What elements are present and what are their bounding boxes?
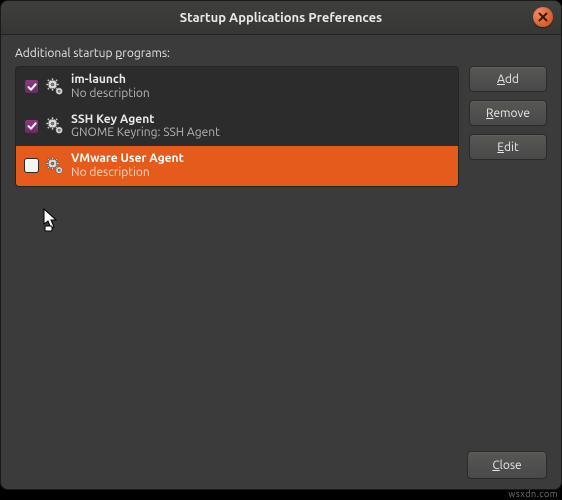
enabled-checkbox[interactable] <box>24 119 39 134</box>
application-gear-icon <box>45 77 65 97</box>
window-title: Startup Applications Preferences <box>180 11 382 25</box>
edit-button[interactable]: Edit <box>469 134 547 160</box>
list-item[interactable]: VMware User AgentNo description <box>16 146 458 186</box>
item-description: No description <box>71 87 150 101</box>
application-gear-icon <box>45 116 65 136</box>
item-name: SSH Key Agent <box>71 113 220 127</box>
item-name: im-launch <box>71 73 150 87</box>
cursor-pointer-icon <box>41 208 63 238</box>
item-text: SSH Key AgentGNOME Keyring: SSH Agent <box>71 113 220 141</box>
startup-programs-list[interactable]: im-launchNo description SSH Key AgentGNO… <box>15 66 459 187</box>
section-label: Additional startup programs: <box>15 47 547 60</box>
footer: Close <box>15 451 547 479</box>
application-gear-icon <box>45 156 65 176</box>
titlebar[interactable]: Startup Applications Preferences <box>1 1 561 35</box>
item-text: im-launchNo description <box>71 73 150 101</box>
list-item[interactable]: SSH Key AgentGNOME Keyring: SSH Agent <box>16 107 458 147</box>
item-description: No description <box>71 166 184 180</box>
list-item[interactable]: im-launchNo description <box>16 67 458 107</box>
button-column: Add Remove Edit <box>469 66 547 441</box>
close-icon <box>538 12 548 22</box>
watermark: wsxdn.com <box>508 489 558 499</box>
preferences-window: Startup Applications Preferences Additio… <box>0 0 562 490</box>
enabled-checkbox[interactable] <box>24 79 39 94</box>
item-text: VMware User AgentNo description <box>71 152 184 180</box>
enabled-checkbox[interactable] <box>24 158 39 173</box>
item-name: VMware User Agent <box>71 152 184 166</box>
close-button[interactable]: Close <box>467 451 547 479</box>
window-close-button[interactable] <box>533 7 553 27</box>
add-button[interactable]: Add <box>469 66 547 92</box>
remove-button[interactable]: Remove <box>469 100 547 126</box>
item-description: GNOME Keyring: SSH Agent <box>71 126 220 140</box>
body-row: im-launchNo description SSH Key AgentGNO… <box>15 66 547 441</box>
window-content: Additional startup programs: im-launchNo… <box>1 35 561 489</box>
list-wrap: im-launchNo description SSH Key AgentGNO… <box>15 66 459 441</box>
